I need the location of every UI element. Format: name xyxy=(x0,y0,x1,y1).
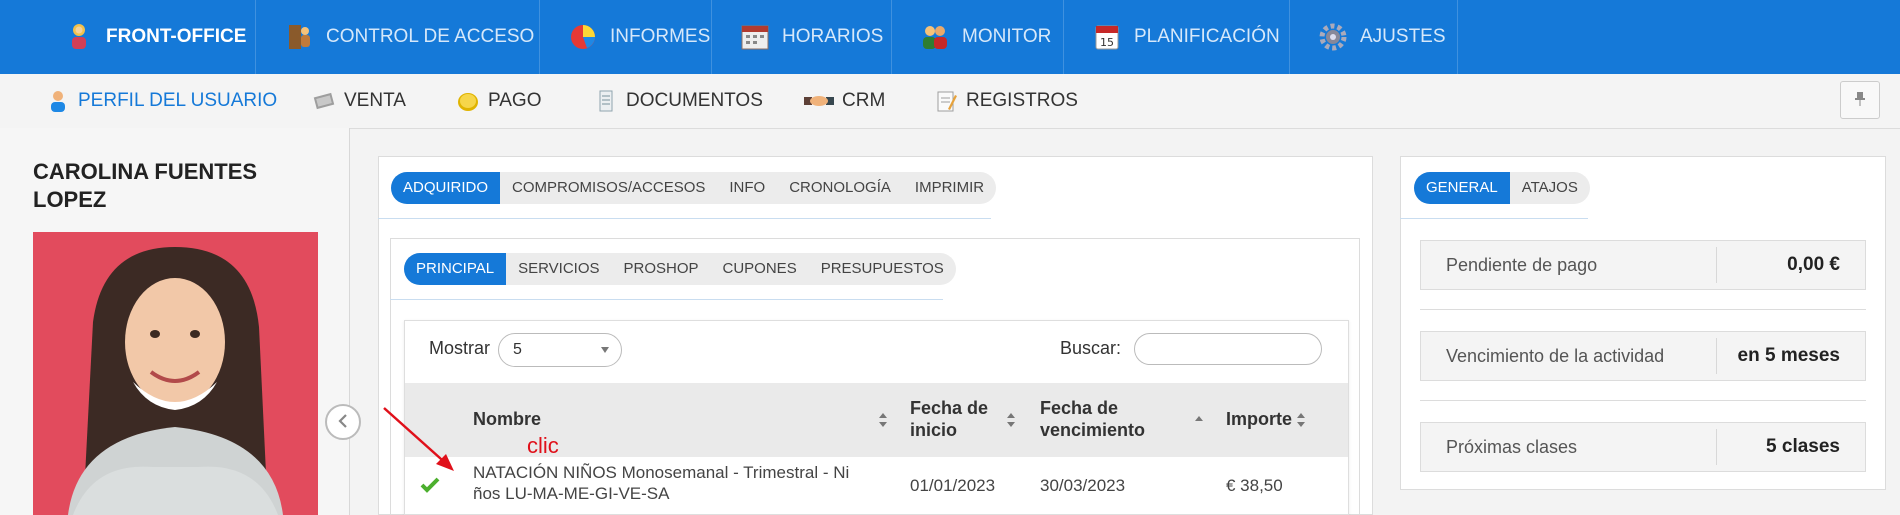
sub-navigation: PERFIL DEL USUARIO VENTA PAGO DOCUMENTOS… xyxy=(0,74,1900,129)
column-fecha-vencimiento[interactable]: Fecha de vencimiento xyxy=(1040,397,1160,441)
main-tabs: ADQUIRIDO COMPROMISOS/ACCESOS INFO CRONO… xyxy=(391,172,997,204)
nav-label: CONTROL DE ACCESO xyxy=(326,26,535,47)
date-icon: 15 xyxy=(1092,22,1122,52)
coin-icon xyxy=(456,89,480,113)
nav-label: MONITOR xyxy=(962,26,1052,47)
summary-tab-underline xyxy=(1400,218,1588,219)
subnav-label: PERFIL DEL USUARIO xyxy=(78,90,278,111)
nav-planificacion[interactable]: 15 PLANIFICACIÓN xyxy=(1064,0,1290,74)
profile-name: CAROLINA FUENTES LOPEZ xyxy=(33,159,258,212)
tab-adquirido[interactable]: ADQUIRIDO xyxy=(391,172,501,204)
row-name-line2[interactable]: ños LU-MA-ME-GI-VE-SA xyxy=(473,483,669,504)
calendar-icon xyxy=(740,22,770,52)
pending-payment-row: Pendiente de pago 0,00 € xyxy=(1420,240,1866,290)
subnav-label: PAGO xyxy=(488,90,542,111)
pin-icon xyxy=(1853,91,1867,110)
tab-presupuestos[interactable]: PRESUPUESTOS xyxy=(809,253,956,285)
nav-horarios[interactable]: HORARIOS xyxy=(712,0,892,74)
nav-ajustes[interactable]: AJUSTES xyxy=(1290,0,1458,74)
tab-imprimir[interactable]: IMPRIMIR xyxy=(903,172,996,204)
row-end-date: 30/03/2023 xyxy=(1040,476,1126,495)
subtab-underline xyxy=(390,299,943,300)
divider xyxy=(1420,309,1866,310)
tab-proshop[interactable]: PROSHOP xyxy=(612,253,711,285)
summary-value: 5 clases xyxy=(1766,436,1840,457)
subnav-crm[interactable]: CRM xyxy=(804,74,885,128)
subnav-label: VENTA xyxy=(344,90,406,111)
tab-cronologia[interactable]: CRONOLOGÍA xyxy=(777,172,903,204)
subnav-documentos[interactable]: DOCUMENTOS xyxy=(594,74,763,128)
sort-both-icon xyxy=(1007,413,1015,427)
summary-label: Vencimiento de la actividad xyxy=(1446,346,1665,366)
row-name-line1[interactable]: NATACIÓN NIÑOS Monosemanal - Trimestral … xyxy=(473,462,849,483)
subnav-perfil-usuario[interactable]: PERFIL DEL USUARIO xyxy=(46,74,277,128)
svg-text:15: 15 xyxy=(1100,36,1114,49)
nav-front-office[interactable]: FRONT-OFFICE xyxy=(36,0,256,74)
tab-principal[interactable]: PRINCIPAL xyxy=(404,253,507,285)
column-fecha-inicio[interactable]: Fecha de inicio xyxy=(910,397,1015,441)
check-icon xyxy=(420,477,440,493)
dropdown-arrow-icon xyxy=(601,347,609,353)
nav-label: FRONT-OFFICE xyxy=(106,26,247,47)
tab-servicios[interactable]: SERVICIOS xyxy=(506,253,611,285)
nav-label: HORARIOS xyxy=(782,26,884,47)
show-entries-value: 5 xyxy=(513,341,522,358)
subnav-registros[interactable]: REGISTROS xyxy=(934,74,1078,128)
show-label: Mostrar xyxy=(429,338,491,358)
sort-asc-icon xyxy=(1195,416,1203,421)
nav-monitor[interactable]: MONITOR xyxy=(892,0,1064,74)
click-annotation: clic xyxy=(527,433,559,458)
search-label: Buscar: xyxy=(1060,338,1122,358)
row-amount: € 38,50 xyxy=(1226,476,1283,495)
column-nombre[interactable]: Nombre xyxy=(473,408,541,430)
show-entries-select[interactable]: 5 xyxy=(498,333,622,367)
top-navigation: FRONT-OFFICE CONTROL DE ACCESO INFORMES … xyxy=(0,0,1900,74)
user-icon xyxy=(46,89,70,113)
nav-label: AJUSTES xyxy=(1360,26,1446,47)
sort-both-icon xyxy=(879,413,887,427)
subnav-label: DOCUMENTOS xyxy=(626,90,763,111)
person-icon xyxy=(64,22,94,52)
divider xyxy=(1420,400,1866,401)
pin-button[interactable] xyxy=(1840,81,1880,119)
next-classes-row: Próximas clases 5 clases xyxy=(1420,422,1866,472)
subnav-venta[interactable]: VENTA xyxy=(312,74,406,128)
summary-label: Pendiente de pago xyxy=(1446,255,1598,275)
gear-icon xyxy=(1318,22,1348,52)
nav-control-acceso[interactable]: CONTROL DE ACCESO xyxy=(256,0,540,74)
notepad-icon xyxy=(934,89,958,113)
tab-compromisos-accesos[interactable]: COMPROMISOS/ACCESOS xyxy=(500,172,717,204)
pie-chart-icon xyxy=(568,22,598,52)
tab-general[interactable]: GENERAL xyxy=(1414,172,1510,204)
sort-both-icon xyxy=(1297,413,1305,427)
document-icon xyxy=(594,89,618,113)
annotation-arrow-icon xyxy=(383,407,454,471)
collapse-sidebar-button[interactable] xyxy=(325,404,361,440)
handshake-icon xyxy=(804,89,834,113)
people-icon xyxy=(920,22,950,52)
profile-photo xyxy=(33,232,318,515)
subnav-label: REGISTROS xyxy=(966,90,1078,111)
summary-label: Próximas clases xyxy=(1446,437,1578,457)
nav-label: INFORMES xyxy=(610,26,711,47)
tab-atajos[interactable]: ATAJOS xyxy=(1510,172,1590,204)
column-importe[interactable]: Importe xyxy=(1226,408,1292,430)
cash-icon xyxy=(312,89,336,113)
nav-informes[interactable]: INFORMES xyxy=(540,0,712,74)
search-input[interactable] xyxy=(1134,333,1322,365)
subnav-label: CRM xyxy=(842,90,886,111)
tab-cupones[interactable]: CUPONES xyxy=(711,253,809,285)
tab-info[interactable]: INFO xyxy=(717,172,777,204)
summary-tabs: GENERAL ATAJOS xyxy=(1414,172,1590,204)
row-start-date: 01/01/2023 xyxy=(910,476,996,495)
chevron-left-icon xyxy=(337,409,349,435)
door-icon xyxy=(284,22,314,52)
summary-value: en 5 meses xyxy=(1737,345,1840,366)
nav-label: PLANIFICACIÓN xyxy=(1134,26,1280,47)
sub-tabs: PRINCIPAL SERVICIOS PROSHOP CUPONES PRES… xyxy=(404,253,956,285)
activity-expiry-row: Vencimiento de la actividad en 5 meses xyxy=(1420,331,1866,381)
summary-value: 0,00 € xyxy=(1787,254,1840,275)
subnav-pago[interactable]: PAGO xyxy=(456,74,542,128)
tab-underline xyxy=(378,218,991,219)
